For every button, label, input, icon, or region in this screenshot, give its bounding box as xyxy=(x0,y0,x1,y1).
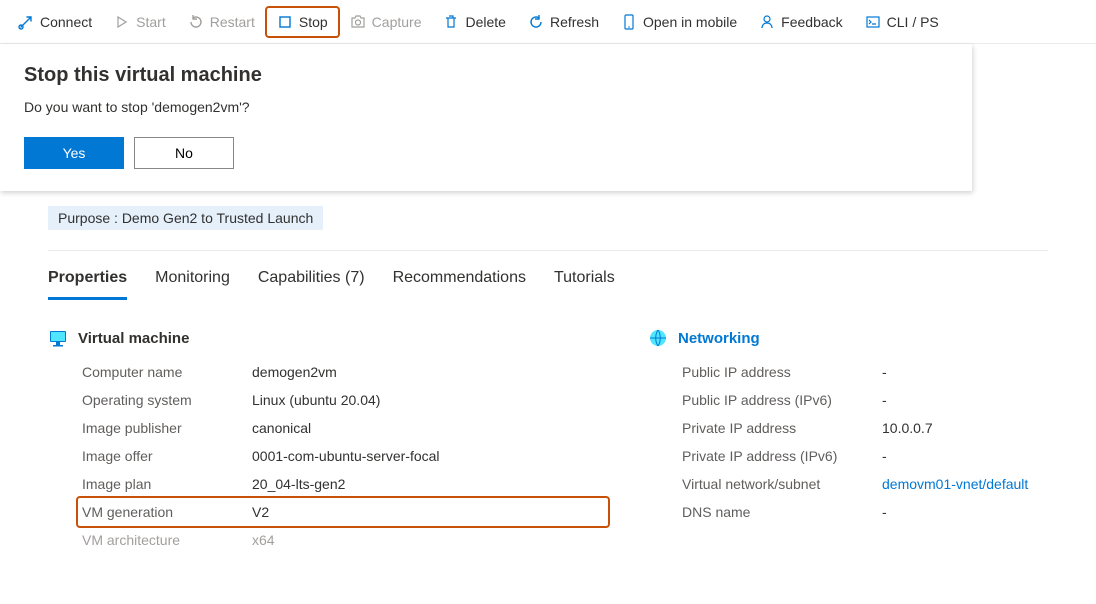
capture-label: Capture xyxy=(372,14,422,30)
tab-capabilities[interactable]: Capabilities (7) xyxy=(258,261,365,300)
play-icon xyxy=(114,14,130,30)
tabs: Properties Monitoring Capabilities (7) R… xyxy=(0,251,1096,300)
feedback-button[interactable]: Feedback xyxy=(749,8,852,36)
cli-ps-button[interactable]: CLI / PS xyxy=(855,8,949,36)
tags-area: Purpose : Demo Gen2 to Trusted Launch xyxy=(0,196,1096,250)
prop-vm-generation: VM generation V2 xyxy=(78,498,608,526)
restart-icon xyxy=(188,14,204,30)
networking-section-title[interactable]: Networking xyxy=(678,330,760,347)
start-label: Start xyxy=(136,14,166,30)
dialog-message: Do you want to stop 'demogen2vm'? xyxy=(24,99,948,115)
refresh-label: Refresh xyxy=(550,14,599,30)
prop-public-ip: Public IP address - xyxy=(682,358,1028,386)
stop-vm-dialog: Stop this virtual machine Do you want to… xyxy=(0,44,972,191)
vm-icon xyxy=(48,328,68,348)
tab-properties[interactable]: Properties xyxy=(48,261,127,300)
delete-button[interactable]: Delete xyxy=(433,8,515,36)
trash-icon xyxy=(443,14,459,30)
refresh-icon xyxy=(528,14,544,30)
stop-button[interactable]: Stop xyxy=(267,8,338,36)
feedback-icon xyxy=(759,14,775,30)
stop-icon xyxy=(277,14,293,30)
open-mobile-button[interactable]: Open in mobile xyxy=(611,8,747,36)
restart-label: Restart xyxy=(210,14,255,30)
command-bar: Connect Start Restart Stop Capture Delet… xyxy=(0,0,1096,44)
capture-icon xyxy=(350,14,366,30)
prop-public-ip6: Public IP address (IPv6) - xyxy=(682,386,1028,414)
prop-vnet-subnet: Virtual network/subnet demovm01-vnet/def… xyxy=(682,470,1028,498)
prop-os: Operating system Linux (ubuntu 20.04) xyxy=(82,386,608,414)
dialog-title: Stop this virtual machine xyxy=(24,64,948,87)
capture-button[interactable]: Capture xyxy=(340,8,432,36)
tab-monitoring[interactable]: Monitoring xyxy=(155,261,230,300)
start-button[interactable]: Start xyxy=(104,8,176,36)
connect-icon xyxy=(18,14,34,30)
properties-content: Virtual machine Computer name demogen2vm… xyxy=(0,300,1096,554)
networking-icon xyxy=(648,328,668,348)
prop-vm-architecture: VM architecture x64 xyxy=(82,526,608,554)
cli-icon xyxy=(865,14,881,30)
vnet-link[interactable]: demovm01-vnet/default xyxy=(882,476,1028,492)
delete-label: Delete xyxy=(465,14,505,30)
no-button[interactable]: No xyxy=(134,137,234,169)
prop-image-plan: Image plan 20_04-lts-gen2 xyxy=(82,470,608,498)
prop-computer-name: Computer name demogen2vm xyxy=(82,358,608,386)
yes-button[interactable]: Yes xyxy=(24,137,124,169)
refresh-button[interactable]: Refresh xyxy=(518,8,609,36)
purpose-tag[interactable]: Purpose : Demo Gen2 to Trusted Launch xyxy=(48,206,323,230)
open-mobile-label: Open in mobile xyxy=(643,14,737,30)
tab-recommendations[interactable]: Recommendations xyxy=(393,261,526,300)
cli-ps-label: CLI / PS xyxy=(887,14,939,30)
prop-image-offer: Image offer 0001-com-ubuntu-server-focal xyxy=(82,442,608,470)
prop-dns-name: DNS name - xyxy=(682,498,1028,526)
vm-section-title: Virtual machine xyxy=(78,330,189,347)
restart-button[interactable]: Restart xyxy=(178,8,265,36)
mobile-icon xyxy=(621,14,637,30)
prop-private-ip6: Private IP address (IPv6) - xyxy=(682,442,1028,470)
tab-tutorials[interactable]: Tutorials xyxy=(554,261,615,300)
stop-label: Stop xyxy=(299,14,328,30)
prop-private-ip: Private IP address 10.0.0.7 xyxy=(682,414,1028,442)
prop-image-publisher: Image publisher canonical xyxy=(82,414,608,442)
connect-button[interactable]: Connect xyxy=(8,8,102,36)
connect-label: Connect xyxy=(40,14,92,30)
feedback-label: Feedback xyxy=(781,14,842,30)
